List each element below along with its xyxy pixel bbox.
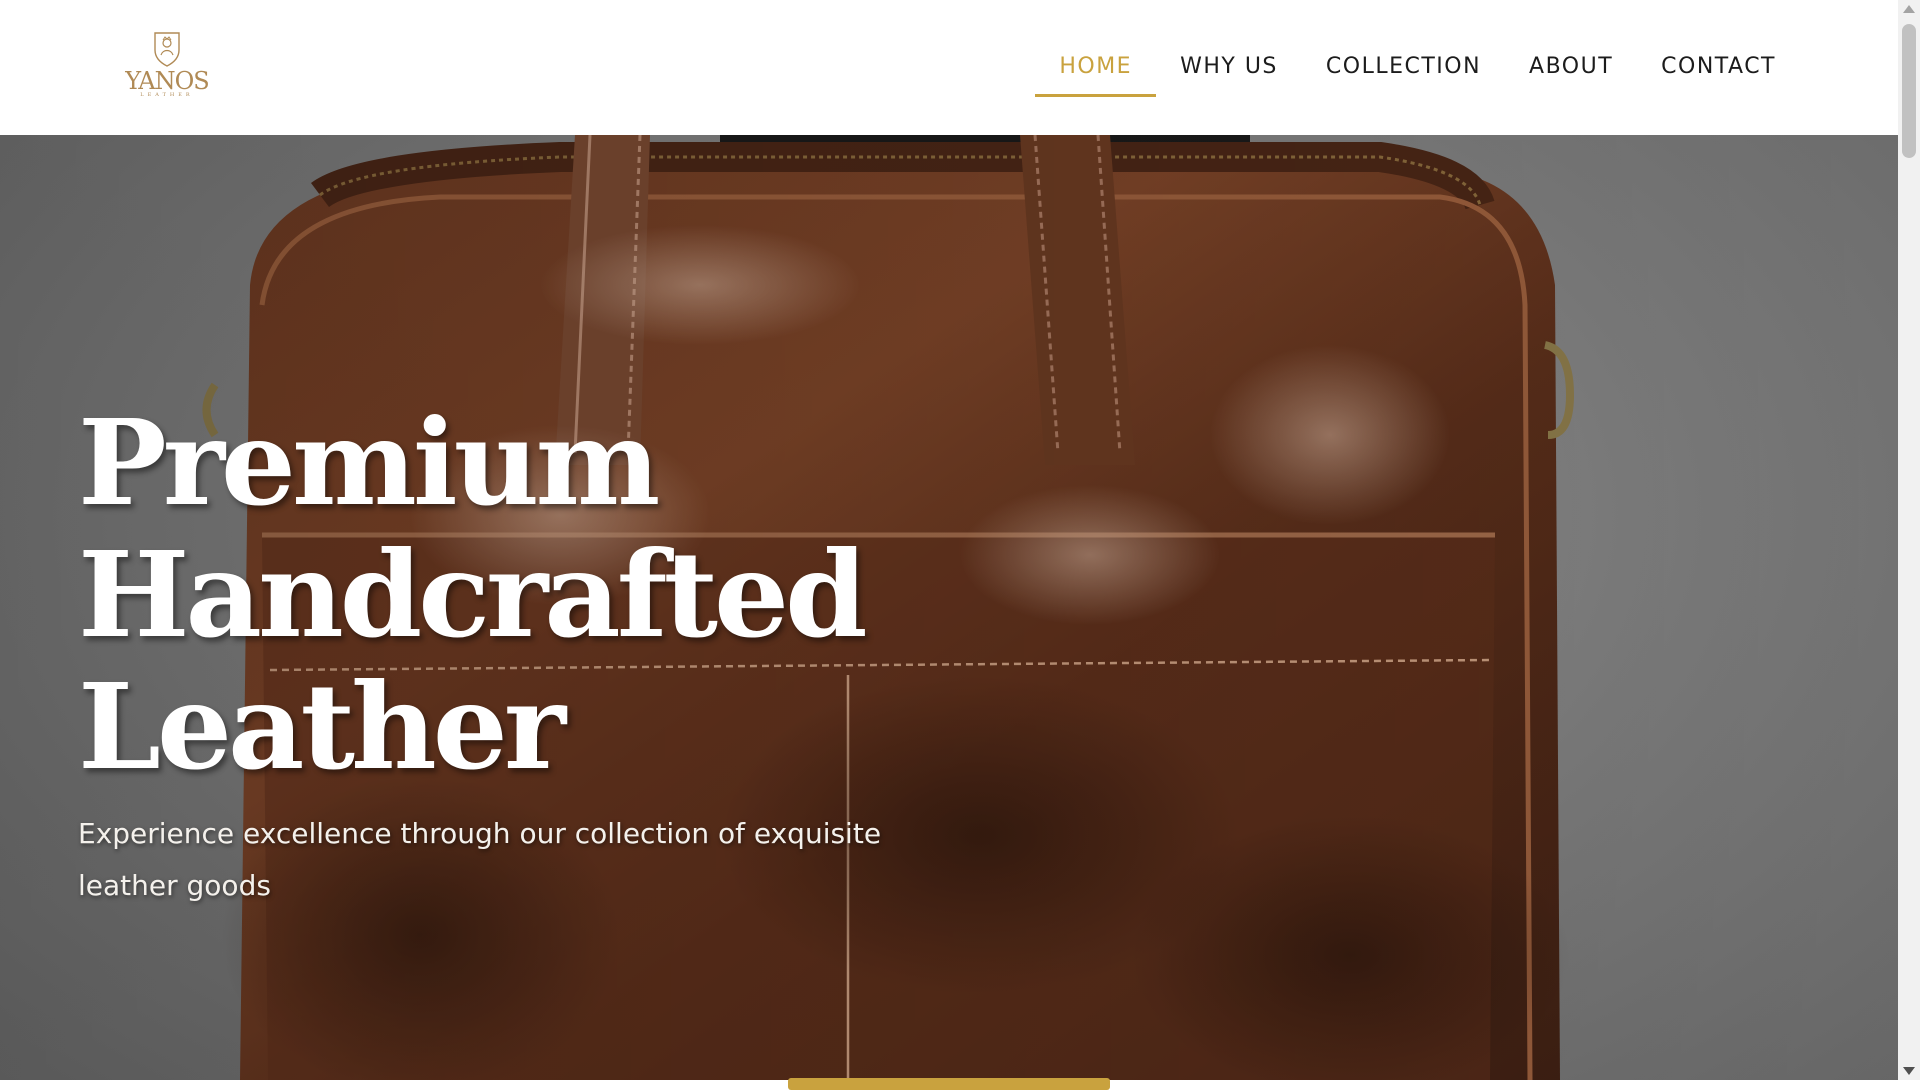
nav-item-home[interactable]: HOME <box>1035 38 1156 97</box>
hero-subtitle: Experience excellence through our collec… <box>78 817 882 902</box>
main-nav: HOME WHY US COLLECTION ABOUT CONTACT <box>1035 37 1800 97</box>
nav-item-collection[interactable]: COLLECTION <box>1302 38 1505 97</box>
scroll-down-arrow-icon[interactable] <box>1903 1067 1915 1075</box>
brand-name: YANOS <box>125 67 209 95</box>
nav-item-contact[interactable]: CONTACT <box>1637 38 1800 97</box>
brand-tagline: LEATHER <box>140 92 194 98</box>
nav-item-why-us[interactable]: WHY US <box>1156 38 1302 97</box>
hero-section: Premium Handcrafted Leather <box>0 135 1898 1080</box>
shield-crest-icon <box>154 32 180 67</box>
hero-title: Premium Handcrafted Leather <box>78 393 868 796</box>
nav-item-about[interactable]: ABOUT <box>1505 38 1637 97</box>
scroll-up-arrow-icon[interactable] <box>1903 5 1915 13</box>
site-header: YANOS LEATHER HOME WHY US COLLECTION ABO… <box>0 0 1898 135</box>
scroll-thumb[interactable] <box>1902 24 1916 158</box>
page-scrollbar[interactable] <box>1898 0 1920 1080</box>
brand-logo[interactable]: YANOS LEATHER <box>122 30 212 106</box>
